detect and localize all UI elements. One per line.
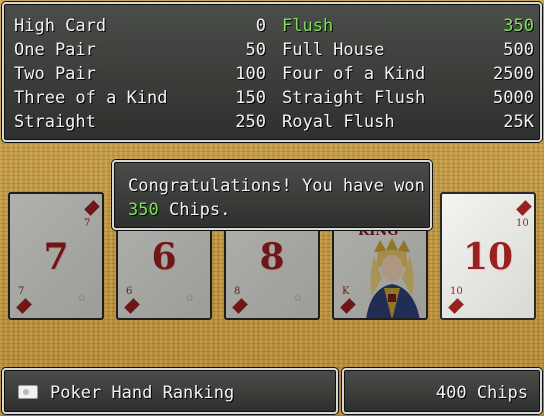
poker-hand-ranking-button[interactable]: Poker Hand Ranking [2, 368, 338, 414]
hand-name: One Pair [14, 40, 96, 60]
hand-payout: 50 [245, 40, 266, 60]
playing-card-7-diamonds[interactable]: 7 7 7 ✿ [8, 192, 104, 320]
hand-payout: 350 [503, 16, 534, 36]
card-corner-rank: 8 [234, 286, 241, 297]
flower-ornament-icon: ✿ [78, 290, 86, 304]
card-rank: 7 [43, 236, 69, 278]
flower-ornament-icon: ✿ [186, 290, 194, 304]
win-message-tail: Chips. [168, 200, 231, 220]
rank-row-four-of-a-kind: Four of a Kind 2500 [282, 62, 534, 86]
win-message-line1: Congratulations! You have won [128, 176, 425, 196]
card-rank: 10 [462, 236, 514, 278]
rank-row-high-card: High Card 0 [14, 14, 266, 38]
hand-payout: 100 [235, 64, 266, 84]
card-corner-rank: 10 [450, 286, 463, 297]
hand-name: High Card [14, 16, 107, 36]
hand-name: Straight Flush [282, 88, 426, 108]
hand-payout: 150 [235, 88, 266, 108]
hand-name: Royal Flush [282, 112, 395, 132]
chips-amount: 400 Chips [435, 383, 528, 403]
hand-payout: 2500 [493, 64, 534, 84]
hand-name: Flush [282, 16, 334, 36]
diamond-suit-icon [516, 200, 532, 216]
diamond-suit-icon [84, 200, 100, 216]
win-message-line2: 350 Chips. [128, 198, 230, 222]
playing-card-10-diamonds[interactable]: 10 10 10 [440, 192, 536, 320]
flower-ornament-icon: ✿ [294, 290, 302, 304]
card-rank: 8 [259, 236, 285, 278]
hand-name: Full House [282, 40, 385, 60]
chips-counter: 400 Chips [342, 368, 542, 414]
rank-row-flush-highlighted: Flush 350 [282, 14, 534, 38]
rank-row-royal-flush: Royal Flush 25K [282, 110, 534, 134]
hand-payout: 0 [255, 16, 266, 36]
hand-payout: 500 [503, 40, 534, 60]
card-corner-rank: 10 [516, 218, 529, 229]
hand-payout: 25K [503, 112, 534, 132]
rank-row-straight-flush: Straight Flush 5000 [282, 86, 534, 110]
card-corner-rank: K [342, 286, 350, 297]
hand-name: Straight [14, 112, 96, 132]
diamond-suit-icon [340, 298, 356, 314]
rank-row-straight: Straight 250 [14, 110, 266, 134]
diamond-suit-icon [124, 298, 140, 314]
king-portrait-icon [366, 238, 420, 318]
diamond-suit-icon [16, 298, 32, 314]
card-rank: 6 [151, 236, 177, 278]
card-corner-rank: 6 [126, 286, 133, 297]
hand-payout: 5000 [493, 88, 534, 108]
rank-row-two-pair: Two Pair 100 [14, 62, 266, 86]
hand-name: Three of a Kind [14, 88, 168, 108]
diamond-suit-icon [232, 298, 248, 314]
poker-hand-ranking-label: Poker Hand Ranking [50, 383, 235, 403]
win-amount: 350 [128, 200, 159, 220]
card-corner-rank: 7 [84, 218, 91, 229]
hand-ranking-panel: High Card 0 One Pair 50 Two Pair 100 Thr… [2, 2, 542, 142]
rank-row-three-of-a-kind: Three of a Kind 150 [14, 86, 266, 110]
hand-name: Two Pair [14, 64, 96, 84]
hand-payout: 250 [235, 112, 266, 132]
card-corner-rank: 7 [18, 286, 25, 297]
rank-row-one-pair: One Pair 50 [14, 38, 266, 62]
rank-row-full-house: Full House 500 [282, 38, 534, 62]
card-icon [18, 385, 38, 399]
win-message-window: Congratulations! You have won 350 Chips. [112, 160, 432, 230]
hand-name: Four of a Kind [282, 64, 426, 84]
diamond-suit-icon [448, 298, 464, 314]
